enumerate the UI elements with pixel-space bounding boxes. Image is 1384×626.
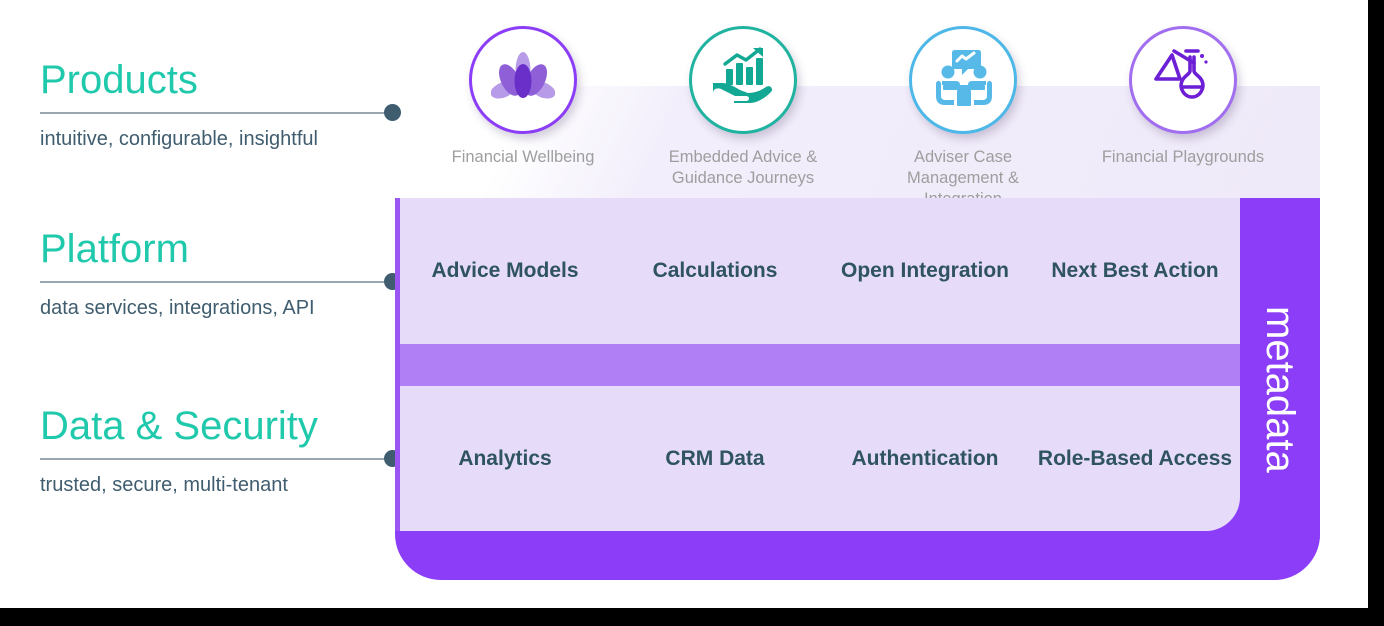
- layer-connector-data-security: [40, 450, 401, 467]
- product-card-financial-wellbeing[interactable]: Financial Wellbeing: [428, 26, 618, 168]
- product-icon-ring: [1129, 26, 1237, 134]
- lotus-flower-icon: [490, 50, 556, 111]
- product-card-financial-playgrounds[interactable]: Financial Playgrounds: [1088, 26, 1278, 168]
- layer-connector-platform: [40, 273, 401, 290]
- tier-data-security: Analytics CRM Data Authentication Role-B…: [400, 386, 1240, 531]
- tier-item-open-integration[interactable]: Open Integration: [820, 259, 1030, 283]
- product-label: Financial Playgrounds: [1101, 148, 1265, 166]
- layer-subtitle-products: intuitive, configurable, insightful: [40, 128, 318, 150]
- tier-item-role-based-access[interactable]: Role-Based Access: [1030, 447, 1240, 471]
- tier-item-next-best-action[interactable]: Next Best Action: [1030, 259, 1240, 283]
- tier-item-calculations[interactable]: Calculations: [610, 259, 820, 283]
- tier-item-crm-data[interactable]: CRM Data: [610, 447, 820, 471]
- diagram-canvas: Products intuitive, configurable, insigh…: [0, 0, 1368, 608]
- tier-item-advice-models[interactable]: Advice Models: [400, 259, 610, 283]
- layer-label-products: Products intuitive, configurable, insigh…: [40, 56, 401, 152]
- platform-stack: Advice Models Calculations Open Integrat…: [395, 198, 1320, 580]
- product-label: Embedded Advice & Guidance Journeys: [668, 148, 818, 187]
- layer-subtitle-platform: data services, integrations, API: [40, 297, 315, 319]
- layer-title-products: Products: [40, 58, 198, 102]
- product-icon-ring: [689, 26, 797, 134]
- lab-flasks-icon: [1150, 47, 1216, 114]
- two-people-meeting-icon: [930, 48, 996, 113]
- tier-item-authentication[interactable]: Authentication: [820, 447, 1030, 471]
- metadata-label: metadata: [1258, 305, 1302, 473]
- product-icon-ring: [909, 26, 1017, 134]
- layer-label-platform: Platform data services, integrations, AP…: [40, 225, 401, 321]
- tier-item-analytics[interactable]: Analytics: [400, 447, 610, 471]
- connector-line: [40, 112, 392, 114]
- layer-connector-dot: [384, 104, 401, 121]
- stack-tiers: Advice Models Calculations Open Integrat…: [395, 198, 1240, 531]
- hand-holding-growth-chart-icon: [710, 46, 776, 114]
- layer-subtitle-data-security: trusted, secure, multi-tenant: [40, 474, 288, 496]
- connector-line: [40, 281, 392, 283]
- product-card-adviser-case-management[interactable]: Adviser Case Management & Integration: [868, 26, 1058, 210]
- layer-connector-products: [40, 104, 401, 121]
- tier-platform: Advice Models Calculations Open Integrat…: [400, 198, 1240, 344]
- product-card-embedded-advice[interactable]: Embedded Advice & Guidance Journeys: [648, 26, 838, 189]
- product-label: Financial Wellbeing: [451, 148, 595, 166]
- metadata-column: metadata: [1240, 198, 1320, 580]
- connector-line: [40, 458, 392, 460]
- tier-divider-band: [400, 344, 1240, 386]
- layer-title-data-security: Data & Security: [40, 404, 318, 448]
- product-icon-ring: [469, 26, 577, 134]
- layer-label-data-security: Data & Security trusted, secure, multi-t…: [40, 402, 401, 498]
- layer-title-platform: Platform: [40, 227, 189, 271]
- image-frame: Products intuitive, configurable, insigh…: [0, 0, 1384, 626]
